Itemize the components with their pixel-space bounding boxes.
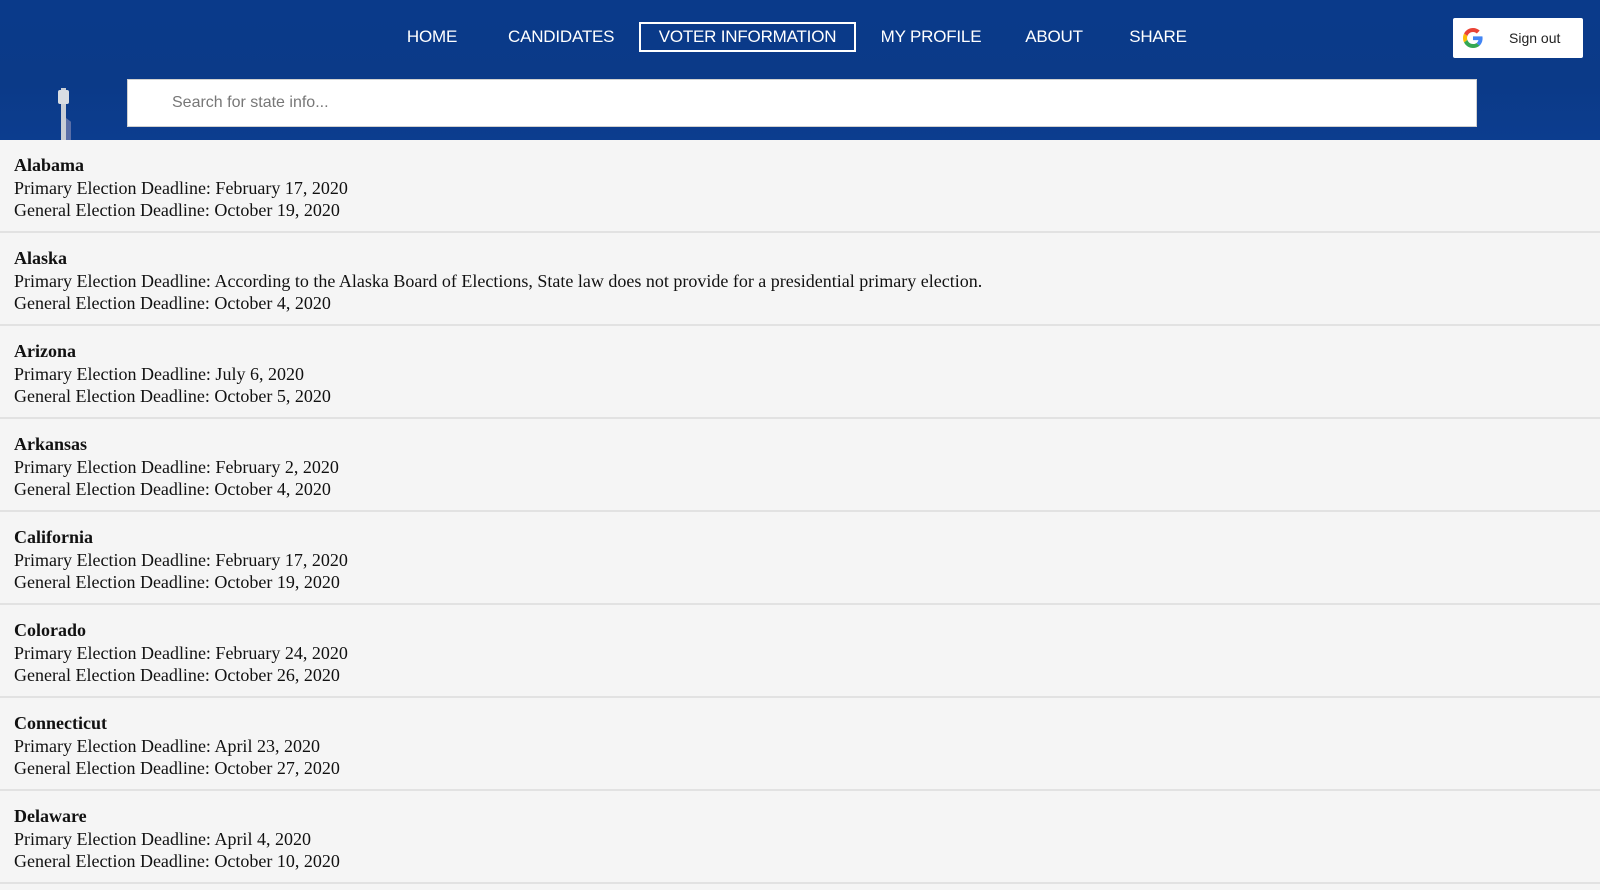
state-name: Alabama	[14, 155, 85, 175]
list-item: Alabama Primary Election Deadline: Febru…	[0, 140, 1600, 233]
general-deadline: General Election Deadline: October 19, 2…	[14, 572, 340, 592]
state-name: Arkansas	[14, 434, 88, 454]
nav-candidates[interactable]: CANDIDATES	[508, 22, 615, 52]
general-deadline: General Election Deadline: October 19, 2…	[14, 200, 340, 220]
list-item: Colorado Primary Election Deadline: Febr…	[0, 605, 1600, 698]
state-name: Delaware	[14, 806, 87, 826]
nav-about[interactable]: ABOUT	[1025, 22, 1083, 52]
list-item: Alaska Primary Election Deadline: Accord…	[0, 233, 1600, 326]
state-list: Alabama Primary Election Deadline: Febru…	[0, 140, 1600, 884]
state-name: Colorado	[14, 620, 86, 640]
google-g-icon	[1463, 28, 1483, 48]
general-deadline: General Election Deadline: October 5, 20…	[14, 386, 331, 406]
primary-deadline: Primary Election Deadline: According to …	[14, 270, 983, 291]
state-name: Alaska	[14, 248, 68, 268]
general-deadline: General Election Deadline: October 27, 2…	[14, 758, 340, 778]
general-deadline: General Election Deadline: October 4, 20…	[14, 293, 331, 313]
list-item: California Primary Election Deadline: Fe…	[0, 512, 1600, 605]
general-deadline: General Election Deadline: October 10, 2…	[14, 851, 340, 871]
list-item: Arkansas Primary Election Deadline: Febr…	[0, 419, 1600, 512]
nav-home[interactable]: HOME	[405, 22, 459, 52]
list-item: Connecticut Primary Election Deadline: A…	[0, 698, 1600, 791]
primary-deadline: Primary Election Deadline: February 2, 2…	[14, 456, 339, 477]
primary-deadline: Primary Election Deadline: February 17, …	[14, 549, 348, 570]
general-deadline: General Election Deadline: October 4, 20…	[14, 479, 331, 499]
state-name: Connecticut	[14, 713, 107, 733]
primary-deadline: Primary Election Deadline: July 6, 2020	[14, 363, 304, 384]
state-name: Arizona	[14, 341, 76, 361]
sign-out-button[interactable]: Sign out	[1453, 18, 1583, 58]
state-search-box	[127, 79, 1477, 127]
nav-my-profile[interactable]: MY PROFILE	[880, 22, 982, 52]
state-name: California	[14, 527, 93, 547]
general-deadline: General Election Deadline: October 26, 2…	[14, 665, 340, 685]
header-banner: HOME CANDIDATES VOTER INFORMATION MY PRO…	[0, 0, 1600, 140]
primary-deadline: Primary Election Deadline: February 24, …	[14, 642, 348, 663]
sign-out-label: Sign out	[1509, 30, 1561, 46]
primary-deadline: Primary Election Deadline: April 4, 2020	[14, 828, 311, 849]
list-item: Arizona Primary Election Deadline: July …	[0, 326, 1600, 419]
nav-voter-information[interactable]: VOTER INFORMATION	[639, 22, 856, 52]
nav-share[interactable]: SHARE	[1128, 22, 1188, 52]
main-nav: HOME CANDIDATES VOTER INFORMATION MY PRO…	[0, 22, 1600, 52]
flag-pole-icon	[58, 88, 71, 140]
state-search-input[interactable]	[128, 80, 1476, 126]
primary-deadline: Primary Election Deadline: February 17, …	[14, 177, 348, 198]
primary-deadline: Primary Election Deadline: April 23, 202…	[14, 735, 320, 756]
list-item: Delaware Primary Election Deadline: Apri…	[0, 791, 1600, 884]
